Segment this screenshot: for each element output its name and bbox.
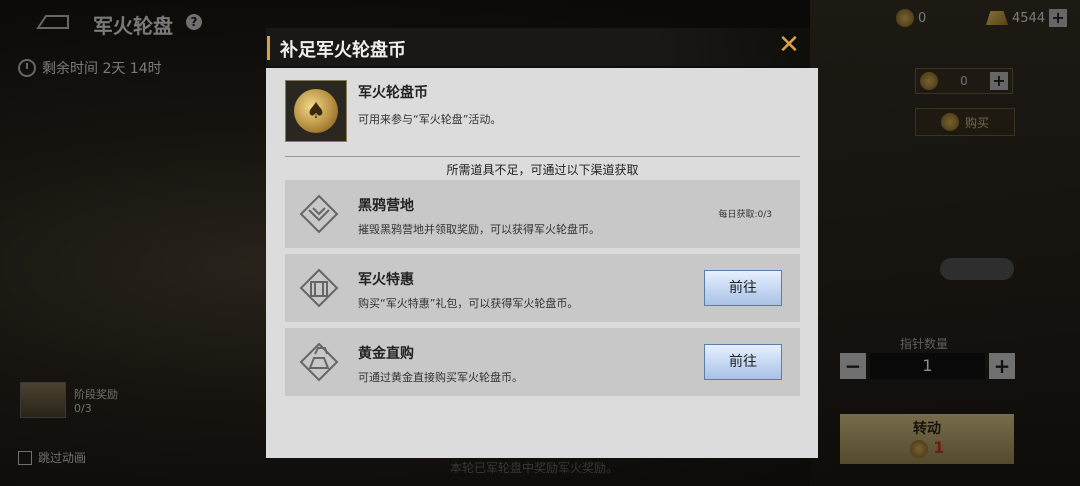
roulette-coin-icon: ♠ — [294, 89, 338, 133]
crow-emblem-icon — [299, 194, 339, 234]
source-name: 黄金直购 — [358, 346, 414, 362]
source-name: 黑鸦营地 — [358, 198, 414, 214]
item-description: 可用来参与“军火轮盘”活动。 — [358, 113, 502, 126]
go-button[interactable]: 前往 — [704, 344, 782, 380]
daily-progress: 每日获取:0/3 — [718, 210, 772, 220]
gold-bars-icon — [299, 342, 339, 382]
divider — [285, 156, 800, 157]
source-arms-deal: 军火特惠 购买“军火特惠”礼包，可以获得军火轮盘币。 前往 — [285, 254, 800, 322]
item-name: 军火轮盘币 — [358, 85, 428, 101]
source-desc: 摧毁黑鸦营地并领取奖励，可以获得军火轮盘币。 — [358, 223, 600, 236]
source-crow-camp: 黑鸦营地 摧毁黑鸦营地并领取奖励，可以获得军火轮盘币。 每日获取:0/3 — [285, 180, 800, 248]
source-desc: 可通过黄金直接购买军火轮盘币。 — [358, 371, 523, 384]
close-icon[interactable]: ✕ — [776, 32, 802, 58]
insufficient-text: 所需道具不足，可通过以下渠道获取 — [446, 163, 639, 177]
source-desc: 购买“军火特惠”礼包，可以获得军火轮盘币。 — [358, 297, 579, 310]
item-icon-frame: ♠ — [285, 80, 347, 142]
source-name: 军火特惠 — [358, 272, 414, 288]
source-gold-purchase: 黄金直购 可通过黄金直接购买军火轮盘币。 前往 — [285, 328, 800, 396]
go-button[interactable]: 前往 — [704, 270, 782, 306]
modal-title: 补足军火轮盘币 — [280, 40, 406, 61]
title-accent-bar — [267, 36, 270, 60]
gift-pack-icon — [299, 268, 339, 308]
